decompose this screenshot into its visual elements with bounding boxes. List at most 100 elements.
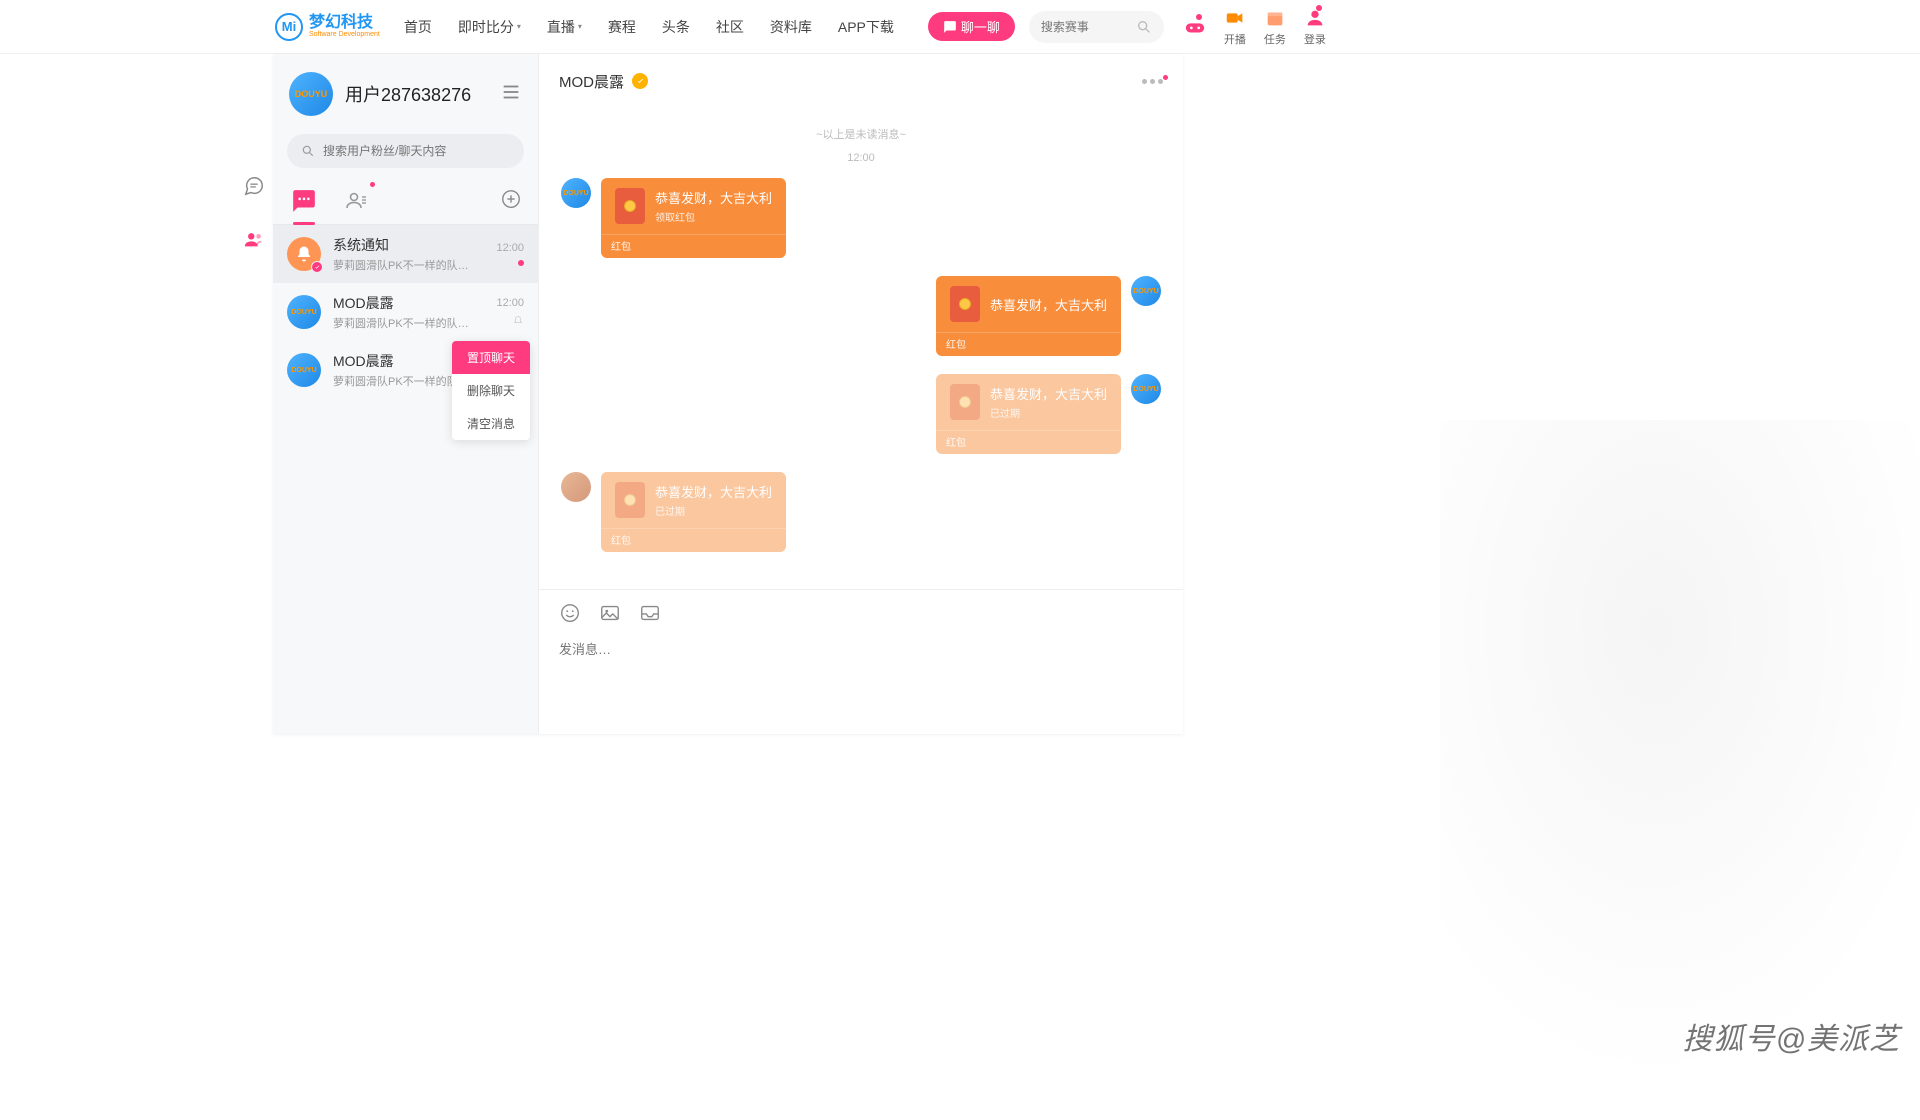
tasks-button[interactable]: 任务	[1264, 7, 1286, 47]
redpacket-footer: 红包	[936, 430, 1121, 454]
sidebar-tabs	[273, 180, 538, 225]
site-logo[interactable]: Mi 梦幻科技 Software Development	[275, 13, 380, 41]
message-row: 恭喜发财，大吉大利 已过期 红包	[561, 472, 1161, 552]
redpacket-title: 恭喜发财，大吉大利	[990, 384, 1107, 403]
conv-time: 12:00	[496, 297, 524, 309]
sender-avatar-icon[interactable]	[561, 472, 591, 502]
game-icon	[1184, 16, 1206, 38]
red-packet-icon	[950, 384, 980, 420]
chat-contact-name: MOD晨露	[559, 71, 624, 92]
nav-items: 首页 即时比分▾ 直播▾ 赛程 头条 社区 资料库 APP下载 聊一聊	[404, 12, 1015, 41]
red-packet-icon	[615, 188, 645, 224]
start-stream-button[interactable]: 开播	[1224, 7, 1246, 47]
notification-dot-icon	[1316, 5, 1322, 11]
sender-avatar-icon[interactable]: DOUYU	[1131, 374, 1161, 404]
verified-badge-icon	[311, 261, 323, 273]
verified-badge-icon	[632, 73, 648, 89]
sender-avatar-icon[interactable]: DOUYU	[1131, 276, 1161, 306]
redpacket-subtitle: 已过期	[990, 405, 1107, 420]
sidebar-search[interactable]	[287, 134, 524, 168]
sidebar: DOUYU 用户287638276	[273, 54, 539, 734]
nav-scores[interactable]: 即时比分▾	[458, 17, 521, 37]
chat-more-button[interactable]	[1142, 79, 1163, 84]
search-icon	[301, 144, 315, 158]
topnav-search-input[interactable]	[1041, 20, 1136, 34]
mute-bell-icon	[512, 315, 524, 327]
chat-window: DOUYU 用户287638276	[273, 54, 1183, 734]
nav-home[interactable]: 首页	[404, 17, 432, 37]
conv-time: 12:00	[496, 242, 524, 254]
tab-messages[interactable]	[289, 186, 319, 216]
redpacket-title: 恭喜发财，大吉大利	[990, 295, 1107, 314]
inbox-button[interactable]	[639, 602, 661, 629]
tasks-label: 任务	[1264, 31, 1286, 47]
context-menu: 置顶聊天 删除聊天 清空消息	[452, 341, 530, 440]
login-button[interactable]: 登录	[1304, 7, 1326, 47]
logo-text: 梦幻科技 Software Development	[309, 15, 380, 38]
top-nav: Mi 梦幻科技 Software Development 首页 即时比分▾ 直播…	[0, 0, 1920, 54]
notification-dot-icon	[370, 182, 375, 187]
emoji-button[interactable]	[559, 602, 581, 629]
nav-headlines[interactable]: 头条	[662, 17, 690, 37]
redpacket-title: 恭喜发财，大吉大利	[655, 482, 772, 501]
redpacket-footer: 红包	[601, 528, 786, 552]
current-user-name: 用户287638276	[345, 81, 488, 107]
sender-avatar-icon[interactable]: DOUYU	[561, 178, 591, 208]
left-rail	[236, 175, 272, 251]
red-packet[interactable]: 恭喜发财，大吉大利 红包	[936, 276, 1121, 356]
nav-app-download[interactable]: APP下载	[838, 17, 894, 37]
rail-contacts-icon[interactable]	[243, 229, 265, 251]
unread-divider: ~以上是未读消息~	[561, 126, 1161, 142]
conversation-list: 系统通知 萝莉圆滑队PK不一样的队… 12:00 DOUYU MOD晨露 萝莉圆…	[273, 225, 538, 734]
red-packet[interactable]: 恭喜发财，大吉大利 领取红包 红包	[601, 178, 786, 258]
notification-dot-icon	[1196, 14, 1202, 20]
login-label: 登录	[1304, 31, 1326, 47]
nav-database[interactable]: 资料库	[770, 17, 812, 37]
red-packet-icon	[950, 286, 980, 322]
user-avatar-icon: DOUYU	[287, 295, 321, 329]
gift-box-icon	[1264, 7, 1286, 29]
nav-schedule[interactable]: 赛程	[608, 17, 636, 37]
chat-messages[interactable]: ~以上是未读消息~ 12:00 DOUYU 恭喜发财，大吉大利 领取红包 红包	[539, 108, 1183, 589]
video-camera-icon	[1224, 7, 1246, 29]
conversation-item[interactable]: DOUYU MOD晨露 萝莉圆滑队PK不一样的队… 12:00	[273, 283, 538, 341]
conv-snippet: 萝莉圆滑队PK不一样的队…	[333, 257, 484, 273]
red-packet-expired[interactable]: 恭喜发财，大吉大利 已过期 红包	[601, 472, 786, 552]
chevron-down-icon: ▾	[517, 22, 521, 31]
user-avatar-icon	[1304, 7, 1326, 29]
image-button[interactable]	[599, 602, 621, 629]
dot-icon	[1158, 79, 1163, 84]
logo-badge-icon: Mi	[275, 13, 303, 41]
nav-community[interactable]: 社区	[716, 17, 744, 37]
ctx-delete-chat[interactable]: 删除聊天	[452, 374, 530, 407]
message-input[interactable]	[559, 639, 1163, 669]
hamburger-menu-icon[interactable]	[500, 81, 522, 108]
topnav-search[interactable]	[1029, 11, 1164, 43]
search-icon[interactable]	[1136, 19, 1152, 35]
start-stream-label: 开播	[1224, 31, 1246, 47]
red-packet-icon	[615, 482, 645, 518]
smile-icon	[559, 602, 581, 624]
ctx-pin-chat[interactable]: 置顶聊天	[452, 341, 530, 374]
game-icon-button[interactable]	[1184, 16, 1206, 38]
chat-bubble-icon	[943, 20, 957, 34]
user-avatar-icon: DOUYU	[287, 353, 321, 387]
red-packet-expired[interactable]: 恭喜发财，大吉大利 已过期 红包	[936, 374, 1121, 454]
logo-cn: 梦幻科技	[309, 15, 380, 31]
redpacket-subtitle: 领取红包	[655, 209, 772, 224]
conversation-item[interactable]: DOUYU MOD晨露 萝莉圆滑队PK不一样的队… 置顶聊天 删除聊天 清空消息	[273, 341, 538, 399]
chat-button[interactable]: 聊一聊	[928, 12, 1015, 41]
plus-circle-icon	[500, 188, 522, 210]
add-button[interactable]	[500, 188, 522, 215]
tab-contacts[interactable]	[341, 186, 371, 216]
chat-bubble-icon	[291, 188, 317, 214]
ctx-clear-messages[interactable]: 清空消息	[452, 407, 530, 440]
current-user-avatar[interactable]: DOUYU	[289, 72, 333, 116]
rail-chat-icon[interactable]	[243, 175, 265, 197]
sidebar-header: DOUYU 用户287638276	[273, 54, 538, 130]
sidebar-search-input[interactable]	[323, 144, 510, 158]
nav-live-label: 直播	[547, 17, 575, 37]
nav-live[interactable]: 直播▾	[547, 17, 582, 37]
conversation-item-system[interactable]: 系统通知 萝莉圆滑队PK不一样的队… 12:00	[273, 225, 538, 283]
watermark-text: 搜狐号@美派芝	[1683, 1014, 1900, 1058]
